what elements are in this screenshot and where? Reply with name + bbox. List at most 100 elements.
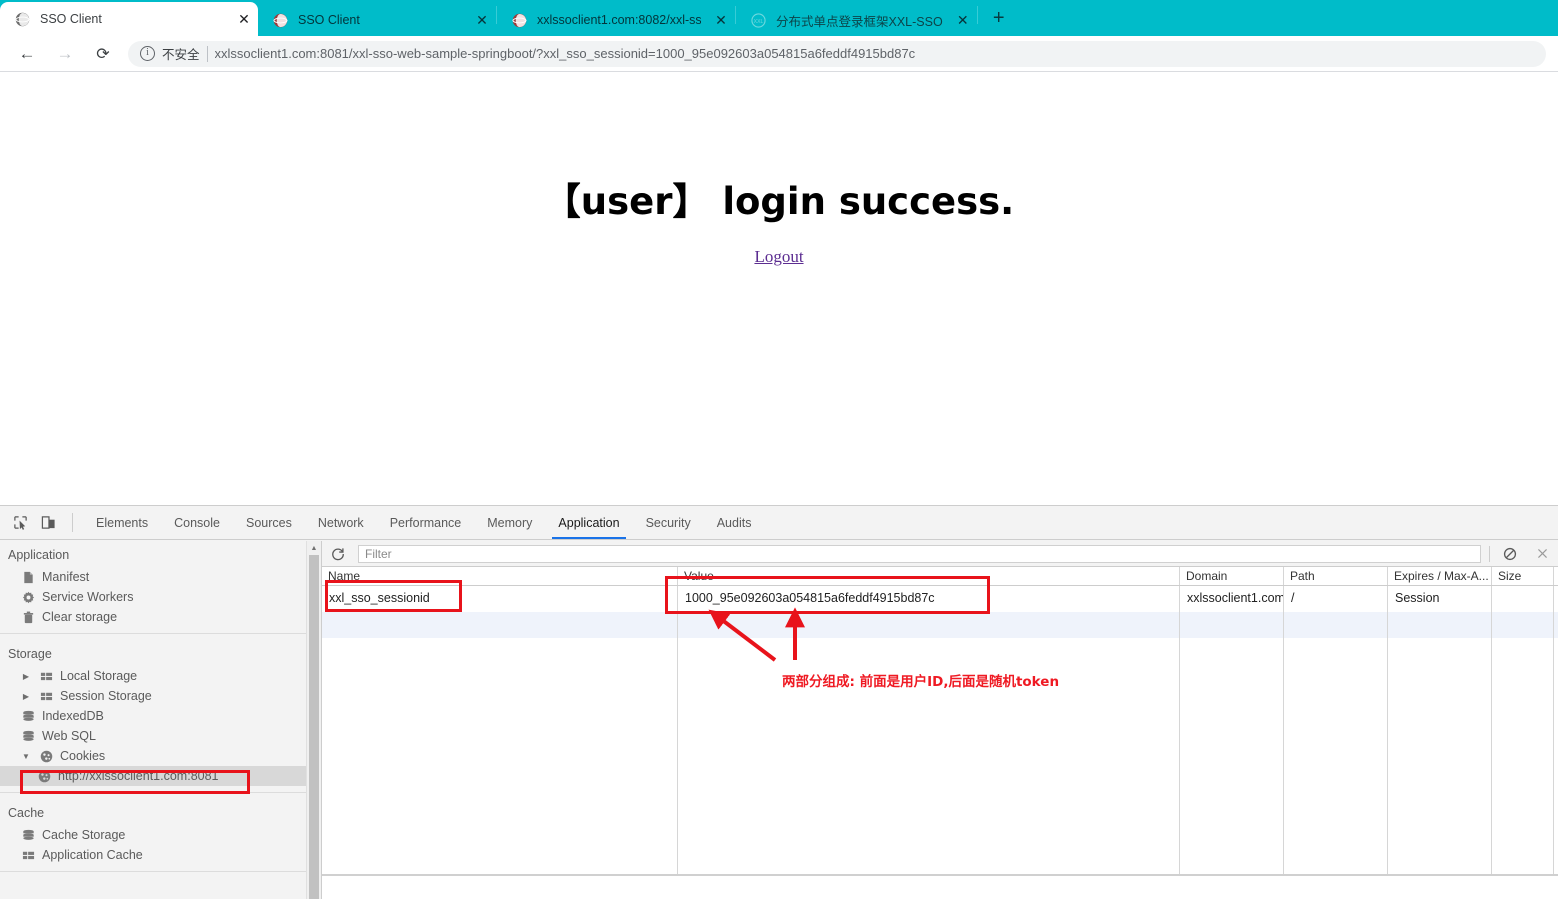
sidebar-item-indexeddb[interactable]: IndexedDB [0,706,306,726]
sidebar-item-label: Session Storage [60,689,152,703]
column-header-value[interactable]: Value [678,567,1180,585]
sidebar-item-application-cache[interactable]: Application Cache [0,845,306,865]
sidebar-item-label: Local Storage [60,669,138,683]
gear-icon [20,589,36,605]
cookies-toolbar: Filter [322,541,1558,567]
xxl-icon: XXL [750,12,766,28]
grid-col [1180,638,1284,874]
security-label: 不安全 [162,48,200,62]
sidebar-item-cookies[interactable]: ▼ Cookies [0,746,306,766]
cell-empty [678,612,1180,638]
column-header-expires[interactable]: Expires / Max-A... [1388,567,1492,585]
clear-all-icon[interactable] [1498,543,1522,565]
column-header-domain[interactable]: Domain [1180,567,1284,585]
table-header-row: Name Value Domain Path Expires / Max-A..… [322,567,1558,586]
annotation-note: 两部分组成: 前面是用户ID,后面是随机token [782,674,1060,690]
logout-row: Logout [0,247,1558,267]
browser-tab-2[interactable]: xxlssoclient1.com:8082/xxl-sso ✕ [497,4,735,36]
cell-value[interactable]: 1000_95e092603a054815a6feddf4915bd87c [678,586,1180,612]
table-icon [38,688,54,704]
sidebar-item-web-sql[interactable]: Web SQL [0,726,306,746]
sidebar-item-cookie-origin[interactable]: http://xxlssoclient1.com:8081 [0,766,306,786]
sidebar-item-cache-storage[interactable]: Cache Storage [0,825,306,845]
refresh-icon[interactable] [326,543,350,565]
cell-expires[interactable]: Session [1388,586,1492,612]
devtools-tab-console[interactable]: Console [161,506,233,539]
close-icon[interactable]: ✕ [234,9,254,29]
back-icon[interactable]: ← [12,39,42,69]
sidebar-item-label: Web SQL [42,729,96,743]
sidebar-divider [0,792,306,793]
cell-name[interactable]: xxl_sso_sessionid [322,586,678,612]
close-icon[interactable]: ✕ [711,10,731,30]
devtools-tab-elements[interactable]: Elements [83,506,161,539]
browser-tab-0[interactable]: SSO Client ✕ [0,2,258,36]
sidebar-item-local-storage[interactable]: ▶ Local Storage [0,666,306,686]
devtools-tab-application[interactable]: Application [545,506,632,539]
device-toolbar-icon[interactable] [34,506,62,539]
address-bar[interactable]: i 不安全 xxlssoclient1.com:8081/xxl-sso-web… [128,40,1546,67]
sidebar-item-label: Cookies [60,749,106,763]
sidebar-item-session-storage[interactable]: ▶ Session Storage [0,686,306,706]
tab-separator [976,5,978,24]
scroll-up-icon[interactable]: ▲ [307,541,321,555]
tab-title: xxlssoclient1.com:8082/xxl-sso [537,13,701,27]
column-header-name[interactable]: Name [322,567,678,585]
toolbar-divider [72,513,73,532]
globe-icon [511,12,527,28]
new-tab-button[interactable]: + [984,3,1014,33]
devtools-tab-network[interactable]: Network [305,506,377,539]
database-icon [20,728,36,744]
table-icon [20,847,36,863]
devtools-tab-audits[interactable]: Audits [704,506,765,539]
sidebar-item-service-workers[interactable]: Service Workers [0,587,306,607]
info-icon[interactable]: i [140,46,155,61]
table-icon [38,668,54,684]
svg-text:XXL: XXL [753,18,763,24]
document-icon [20,569,36,585]
tab-title: SSO Client [298,13,360,27]
table-row-empty[interactable] [322,612,1558,638]
sidebar-section-cache: Cache [8,806,45,820]
scrollbar-thumb[interactable] [309,555,319,899]
cookie-icon [38,748,54,764]
database-icon [20,708,36,724]
browser-tab-1[interactable]: SSO Client ✕ [258,4,496,36]
inspect-element-icon[interactable] [6,506,34,539]
column-header-size[interactable]: Size [1492,567,1554,585]
forward-icon[interactable]: → [50,39,80,69]
cookies-panel: Filter Name Value Domain Path Expires / … [322,541,1558,899]
sidebar-item-clear-storage[interactable]: Clear storage [0,607,306,627]
chevron-right-icon[interactable]: ▶ [20,672,32,681]
close-icon[interactable]: ✕ [953,10,973,30]
cell-path[interactable]: / [1284,586,1388,612]
cell-size[interactable] [1492,586,1554,612]
devtools-tabbar: Elements Console Sources Network Perform… [0,506,1558,540]
devtools-tab-performance[interactable]: Performance [377,506,475,539]
close-icon[interactable] [1530,543,1554,565]
cell-empty [1492,612,1554,638]
sidebar-item-label: Cache Storage [42,828,126,842]
sidebar-item-label: Manifest [42,570,90,584]
chevron-down-icon[interactable]: ▼ [20,752,32,761]
devtools-tab-memory[interactable]: Memory [474,506,545,539]
reload-icon[interactable]: ⟳ [88,39,118,69]
sidebar-item-manifest[interactable]: Manifest [0,567,306,587]
logout-link[interactable]: Logout [754,247,803,266]
table-row[interactable]: xxl_sso_sessionid 1000_95e092603a054815a… [322,586,1558,612]
sidebar-item-label: IndexedDB [42,709,104,723]
grid-col [1492,638,1554,874]
filter-input[interactable]: Filter [358,544,1481,563]
cookies-table: Name Value Domain Path Expires / Max-A..… [322,567,1558,876]
column-header-path[interactable]: Path [1284,567,1388,585]
page-content: 【user】 login success. Logout [0,73,1558,505]
close-icon[interactable]: ✕ [472,10,492,30]
browser-tab-3[interactable]: XXL 分布式单点登录框架XXL-SSO ✕ [736,4,977,36]
sidebar-scrollbar[interactable]: ▲ [306,541,321,899]
sidebar-item-label: Application Cache [42,848,143,862]
devtools-tab-sources[interactable]: Sources [233,506,305,539]
grid-col [1388,638,1492,874]
cell-domain[interactable]: xxlssoclient1.com [1180,586,1284,612]
devtools-tab-security[interactable]: Security [633,506,704,539]
chevron-right-icon[interactable]: ▶ [20,692,32,701]
